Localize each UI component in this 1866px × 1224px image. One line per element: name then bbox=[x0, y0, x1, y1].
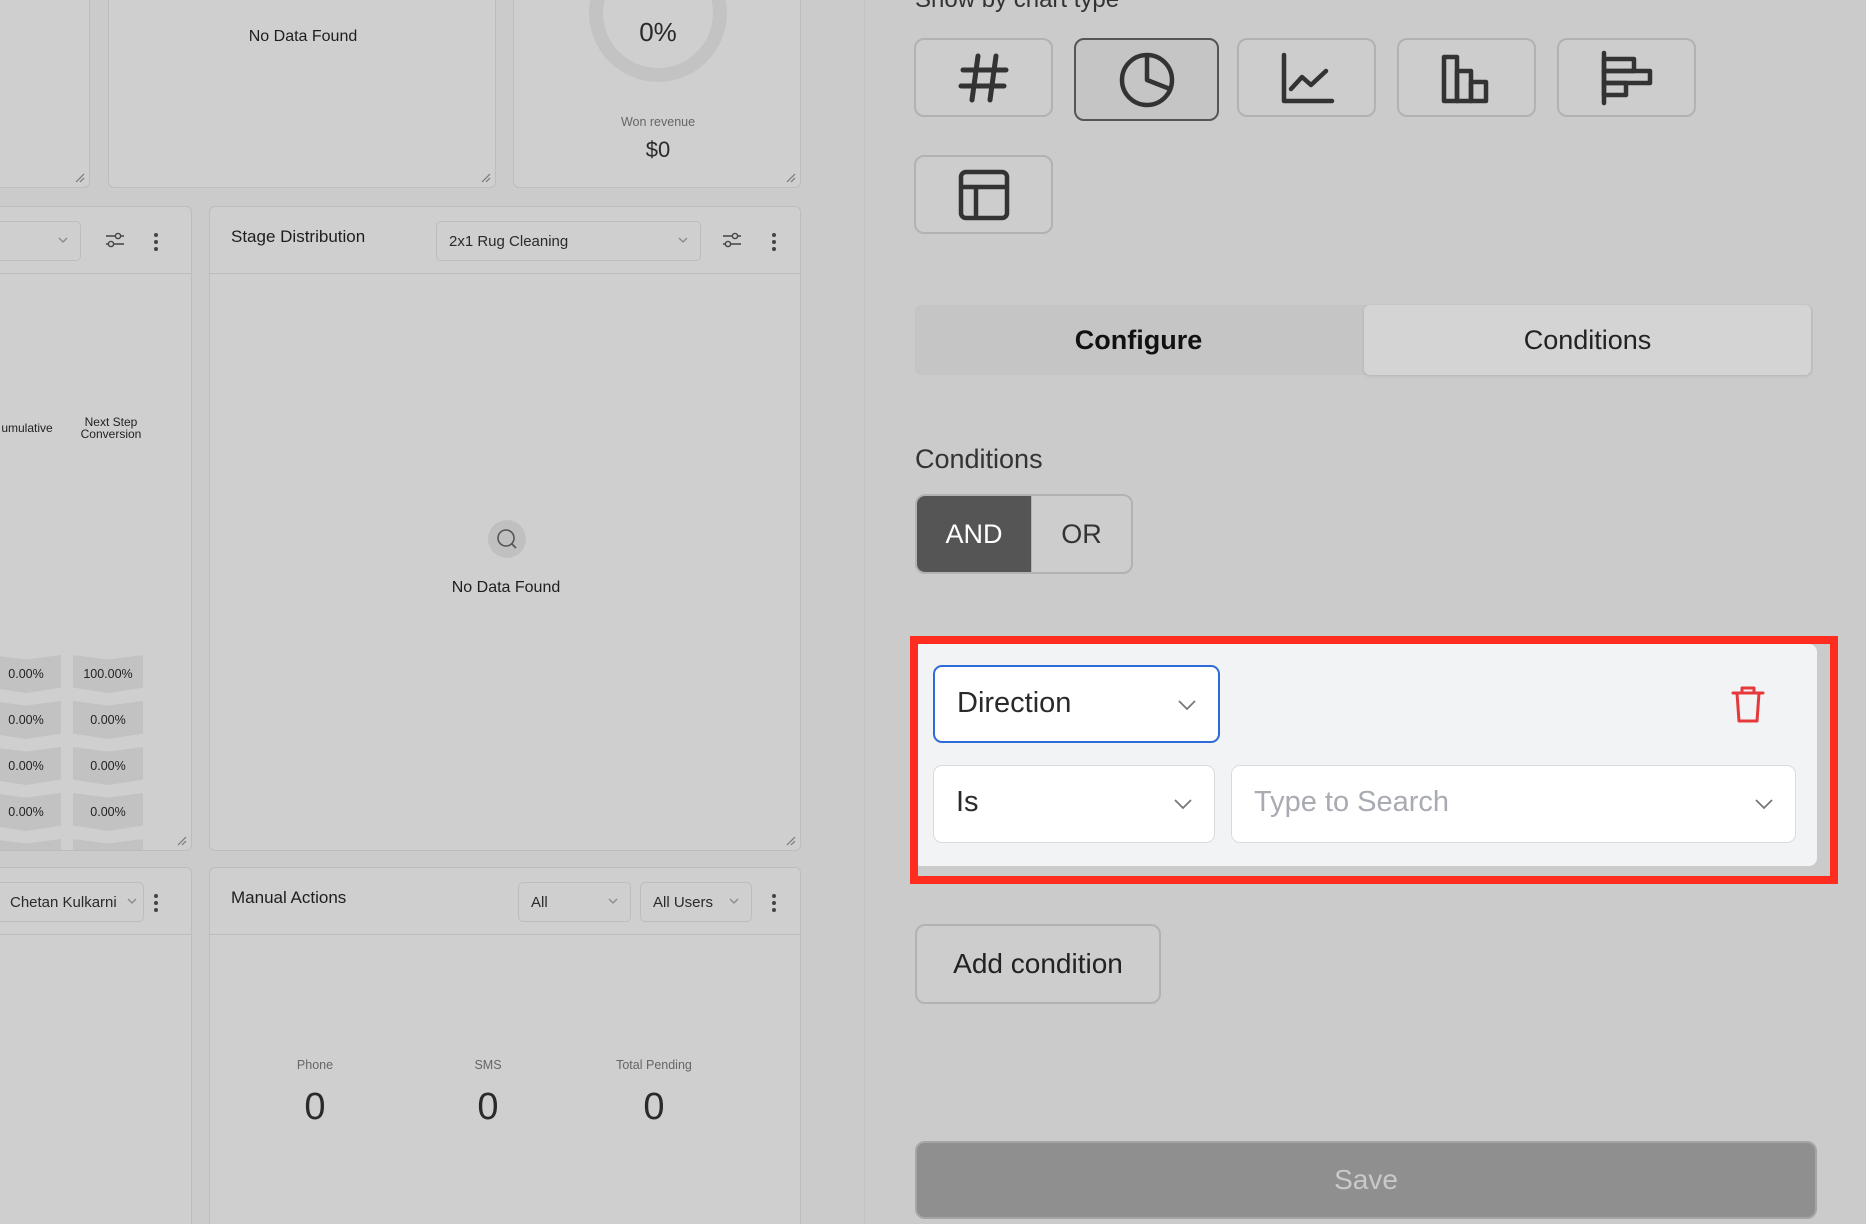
no-data-text: No Data Found bbox=[248, 28, 358, 45]
pipeline-select[interactable]: 2x1 Rug Cleaning bbox=[436, 221, 701, 261]
chevron-down-icon bbox=[58, 237, 68, 243]
chevron-down-icon bbox=[127, 898, 137, 904]
stat-total-pending-label: Total Pending bbox=[616, 1058, 692, 1072]
stat-phone-label: Phone bbox=[296, 1058, 334, 1072]
chevron-down-icon bbox=[729, 898, 739, 904]
filter-sliders-icon[interactable] bbox=[104, 231, 126, 249]
cumulative-cell: 0.00% bbox=[0, 655, 61, 693]
chart-type-label: Show by chart type bbox=[915, 0, 1119, 14]
next-step-cell: 0.00% bbox=[73, 839, 143, 850]
action-type-select[interactable]: All bbox=[518, 882, 631, 922]
col-header-next-step: Next Step Conversion bbox=[80, 415, 142, 441]
won-revenue-label: Won revenue bbox=[620, 115, 696, 129]
more-options-icon[interactable] bbox=[766, 892, 782, 914]
resize-handle-icon[interactable] bbox=[479, 171, 491, 183]
next-step-cell: 100.00% bbox=[73, 655, 143, 693]
chevron-down-icon bbox=[678, 237, 688, 243]
table-icon bbox=[958, 169, 1009, 220]
save-button[interactable]: Save bbox=[915, 1141, 1817, 1219]
cumulative-cell: 0.00% bbox=[0, 747, 61, 785]
settings-tabs: Configure Conditions bbox=[915, 305, 1813, 375]
stat-sms-value: 0 bbox=[477, 1086, 499, 1128]
cumulative-cell: 0.00% bbox=[0, 839, 61, 850]
chart-type-bar-button[interactable] bbox=[1397, 38, 1536, 117]
manual-actions-title: Manual Actions bbox=[231, 888, 347, 907]
widget-settings-panel: Show by chart type bbox=[864, 0, 1866, 1224]
stat-total-pending-value: 0 bbox=[643, 1086, 665, 1128]
funnel-card: umulative Next Step Conversion 0.00% 0.00… bbox=[0, 206, 192, 851]
more-options-icon[interactable] bbox=[148, 231, 164, 253]
horizontal-bar-chart-icon bbox=[1601, 50, 1652, 105]
revenue-percent: 0% bbox=[639, 17, 677, 47]
filter-sliders-icon[interactable] bbox=[721, 231, 743, 249]
cumulative-cell: 0.00% bbox=[0, 793, 61, 831]
no-data-text: No Data Found bbox=[451, 579, 561, 596]
stat-phone-value: 0 bbox=[304, 1086, 326, 1128]
dashboard-background: No Data Found 0% Won revenue $0 umulativ… bbox=[0, 0, 864, 1224]
stat-sms-label: SMS bbox=[474, 1058, 502, 1072]
logic-toggle: AND OR bbox=[915, 494, 1133, 574]
search-empty-icon bbox=[488, 520, 526, 558]
next-step-cell: 0.00% bbox=[73, 793, 143, 831]
chart-type-horizontal-bar-button[interactable] bbox=[1557, 38, 1696, 117]
funnel-filter-select[interactable] bbox=[0, 221, 81, 261]
tab-conditions[interactable]: Conditions bbox=[1364, 305, 1811, 375]
won-revenue-card: 0% Won revenue $0 bbox=[513, 0, 801, 188]
chart-type-line-button[interactable] bbox=[1237, 38, 1376, 117]
top-middle-card: No Data Found bbox=[108, 0, 496, 188]
next-step-cell: 0.00% bbox=[73, 701, 143, 739]
pie-chart-icon bbox=[1119, 52, 1174, 107]
resize-handle-icon[interactable] bbox=[73, 171, 85, 183]
chevron-down-icon bbox=[608, 898, 618, 904]
hash-icon bbox=[958, 53, 1008, 102]
stage-distribution-header: Stage Distribution 2x1 Rug Cleaning bbox=[210, 207, 800, 274]
user-card-header: Chetan Kulkarni bbox=[0, 868, 191, 935]
logic-or-button[interactable]: OR bbox=[1031, 496, 1131, 572]
top-left-card bbox=[0, 0, 90, 188]
user-card: Chetan Kulkarni bbox=[0, 867, 192, 1224]
stage-distribution-card: Stage Distribution 2x1 Rug Cleaning No D… bbox=[209, 206, 801, 851]
next-step-cell: 0.00% bbox=[73, 747, 143, 785]
line-chart-icon bbox=[1281, 52, 1334, 103]
highlight-box bbox=[910, 636, 1838, 884]
col-header-cumulative: umulative bbox=[1, 421, 53, 435]
resize-handle-icon[interactable] bbox=[784, 171, 796, 183]
more-options-icon[interactable] bbox=[766, 231, 782, 253]
stage-distribution-title: Stage Distribution bbox=[231, 227, 366, 246]
assigned-users-select[interactable]: All Users bbox=[640, 882, 752, 922]
bar-chart-icon bbox=[1441, 54, 1488, 103]
manual-actions-card: Manual Actions All All Users Phone 0 SMS… bbox=[209, 867, 801, 1224]
logic-and-button[interactable]: AND bbox=[917, 496, 1031, 572]
cumulative-cell: 0.00% bbox=[0, 701, 61, 739]
add-condition-button[interactable]: Add condition bbox=[915, 924, 1161, 1004]
won-revenue-value: $0 bbox=[645, 137, 671, 162]
user-select[interactable]: Chetan Kulkarni bbox=[0, 882, 144, 922]
resize-handle-icon[interactable] bbox=[175, 834, 187, 846]
chart-type-table-button[interactable] bbox=[914, 155, 1053, 234]
funnel-card-header bbox=[0, 207, 191, 274]
resize-handle-icon[interactable] bbox=[784, 834, 796, 846]
manual-actions-header: Manual Actions All All Users bbox=[210, 868, 800, 935]
chart-type-pie-button[interactable] bbox=[1074, 38, 1219, 121]
tab-configure[interactable]: Configure bbox=[915, 305, 1362, 375]
chart-type-number-button[interactable] bbox=[914, 38, 1053, 117]
conditions-heading: Conditions bbox=[915, 444, 1043, 474]
more-options-icon[interactable] bbox=[148, 892, 164, 914]
